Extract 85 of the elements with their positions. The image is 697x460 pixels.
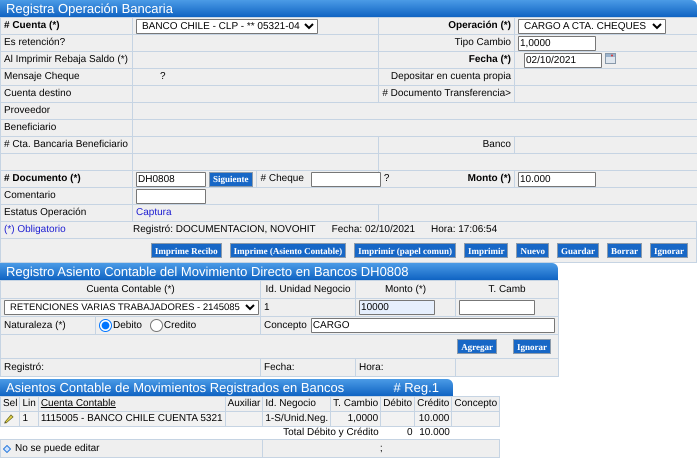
field-label: Mensaje Cheque bbox=[0, 68, 132, 86]
column-header: Lin bbox=[20, 396, 38, 412]
field-label: Es retención? bbox=[0, 34, 132, 52]
section-title: Registro Asiento Contable del Movimiento Directo en Bancos DH0808 bbox=[0, 263, 558, 280]
table-cell: 10.000 bbox=[414, 412, 452, 426]
action-button[interactable]: Guardar bbox=[556, 243, 599, 258]
action-button[interactable]: Agregar bbox=[457, 339, 498, 354]
table-cell: 1115005 - BANCO CHILE CUENTA 5321 bbox=[38, 412, 226, 426]
amount-field[interactable]: 10000 bbox=[359, 300, 436, 315]
info-text: Fecha: 02/10/2021 bbox=[332, 224, 416, 236]
input-field[interactable]: DH0808 bbox=[136, 172, 206, 186]
field-label: Al Imprimir Rebaja Saldo (*) bbox=[0, 52, 132, 68]
column-header: Crédito bbox=[414, 396, 452, 412]
option-label[interactable]: Credito bbox=[164, 320, 196, 332]
legend-text: No se puede editar bbox=[15, 442, 100, 454]
field-label: Concepto bbox=[264, 320, 307, 332]
field-label: Depositar en cuenta propia bbox=[378, 68, 514, 86]
action-button[interactable]: Borrar bbox=[607, 243, 642, 258]
action-button[interactable]: Imprime (Asiento Contable) bbox=[230, 243, 346, 258]
help-mark: ? bbox=[160, 71, 166, 83]
action-button[interactable]: Imprimir (papel comun) bbox=[354, 243, 456, 258]
table-cell: 1,0000 bbox=[330, 412, 381, 426]
action-button[interactable]: Ignorar bbox=[650, 243, 688, 258]
field-label: Naturaleza (*) bbox=[0, 316, 96, 334]
column-header: Auxiliar bbox=[225, 396, 263, 412]
input-field[interactable] bbox=[310, 172, 381, 186]
field-label: Operación (*) bbox=[378, 18, 514, 34]
field-label: Banco bbox=[378, 136, 514, 154]
column-header: T. Camb bbox=[456, 280, 559, 298]
pencil-icon[interactable] bbox=[3, 412, 14, 424]
field-label: Registró: bbox=[0, 358, 261, 376]
info-text: Registró: DOCUMENTACION, NOVOHIT bbox=[133, 224, 316, 236]
action-button[interactable]: Imprime Recibo bbox=[150, 243, 222, 258]
column-header: Concepto bbox=[452, 396, 500, 412]
field-label: # Cuenta (*) bbox=[0, 18, 132, 34]
field-label: # Documento Transferencia> bbox=[378, 86, 514, 102]
option-label[interactable]: Debito bbox=[113, 320, 142, 332]
input-field[interactable]: 1,0000 bbox=[518, 36, 596, 50]
info-text: Hora: 17:06:54 bbox=[431, 224, 498, 236]
action-button[interactable]: Imprimir bbox=[464, 243, 508, 258]
column-header: Cuenta Contable (*) bbox=[0, 280, 261, 298]
concept-field[interactable]: CARGO bbox=[310, 318, 556, 333]
diamond-icon bbox=[3, 444, 11, 452]
input-field[interactable] bbox=[136, 188, 206, 204]
radio-button[interactable] bbox=[99, 319, 112, 332]
column-header: T. Cambio bbox=[330, 396, 381, 412]
total-value: 0 bbox=[380, 426, 415, 440]
column-header: Id. Negocio bbox=[262, 396, 331, 412]
section-title: Asientos Contable de Movimientos Registrados en Bancos bbox=[6, 379, 344, 396]
column-header: Monto (*) bbox=[356, 280, 456, 298]
section-title: Registra Operación Bancaria bbox=[0, 0, 697, 17]
help-mark: ? bbox=[384, 173, 390, 185]
total-value: 10.000 bbox=[414, 426, 452, 440]
column-link[interactable]: Cuenta Contable bbox=[38, 396, 226, 412]
field-label: Tipo Cambio bbox=[378, 34, 514, 52]
next-button[interactable]: Siguiente bbox=[209, 172, 253, 186]
field-label: Cuenta destino bbox=[0, 86, 132, 102]
field-label: # Cta. Bancaria Beneficiario bbox=[0, 136, 132, 154]
input-field[interactable]: 10.000 bbox=[518, 172, 596, 186]
unit-value: 1 bbox=[260, 298, 356, 316]
dropdown[interactable]: CARGO A CTA. CHEQUES bbox=[518, 18, 666, 34]
column-header: Sel bbox=[0, 396, 20, 412]
field-label: # Documento (*) bbox=[0, 170, 132, 188]
field-label: Comentario bbox=[0, 188, 132, 204]
field-label: Hora: bbox=[356, 358, 456, 376]
field-label: Proveedor bbox=[0, 102, 132, 120]
action-button[interactable]: Nuevo bbox=[516, 243, 549, 258]
radio-button[interactable] bbox=[150, 319, 163, 332]
record-count: # Reg.1 bbox=[393, 379, 440, 396]
column-header: Débito bbox=[380, 396, 415, 412]
field-label: Fecha (*) bbox=[378, 52, 514, 68]
dropdown[interactable]: BANCO CHILE - CLP - ** 05321-04 bbox=[136, 18, 318, 34]
column-header: Id. Unidad Negocio bbox=[260, 280, 356, 298]
field-label: # Cheque bbox=[256, 171, 308, 187]
action-button[interactable]: Ignorar bbox=[513, 339, 552, 354]
account-dropdown[interactable]: RETENCIONES VARIAS TRABAJADORES - 2145085 bbox=[4, 300, 259, 315]
field-label: Beneficiario bbox=[0, 120, 132, 136]
table-cell: 1-S/Unid.Neg. bbox=[262, 412, 331, 426]
footer-mark: ; bbox=[262, 440, 500, 458]
date-field[interactable]: 02/10/2021 bbox=[524, 52, 602, 68]
required-note: (*) Obligatorio bbox=[3, 224, 67, 236]
calendar-icon[interactable] bbox=[605, 52, 616, 64]
field-label: Fecha: bbox=[260, 358, 356, 376]
rate-field[interactable] bbox=[459, 300, 536, 315]
totals-label: Total Débito y Crédito bbox=[0, 426, 381, 440]
